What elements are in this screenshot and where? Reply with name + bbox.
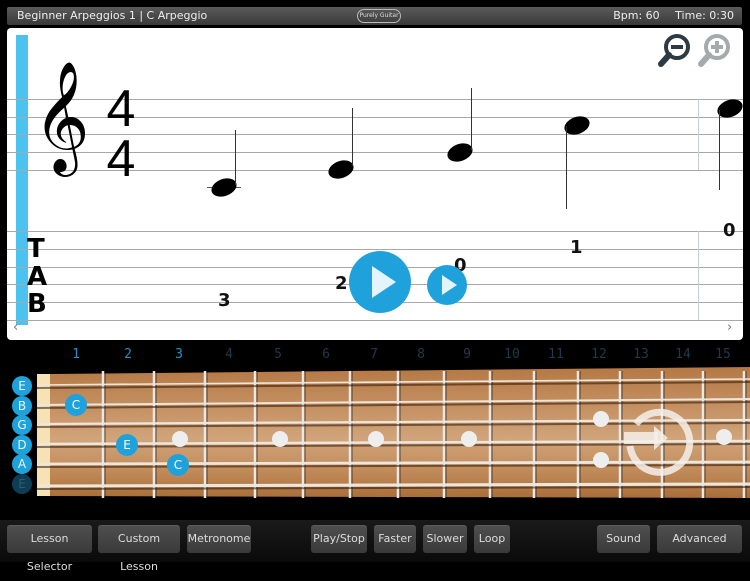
- bottom-toolbar: Lesson Selector Custom Lesson Metronome …: [0, 520, 750, 573]
- play-icon: [372, 266, 396, 298]
- score-panel[interactable]: 𝄞 4 4 T A B 3 2 0 1 0 ‹ ›: [7, 28, 743, 340]
- app-logo: Purely Guitar: [357, 9, 401, 23]
- fret-number: 14: [675, 347, 691, 362]
- string-button-b[interactable]: B: [12, 396, 32, 416]
- note-marker[interactable]: E: [116, 434, 138, 456]
- fret-inlay: [461, 431, 477, 447]
- fret-numbers: 1 2 3 4 5 6 7 8 9 10 11 12 13 14 15: [0, 345, 750, 365]
- fret-number: 10: [504, 347, 520, 362]
- play-icon: [442, 275, 457, 295]
- tab-label-b: B: [27, 289, 47, 319]
- barline: [698, 231, 699, 320]
- time-signature-top: 4: [106, 80, 136, 138]
- nut: [37, 374, 50, 496]
- status-readout: Bpm: 60 Time: 0:30: [601, 9, 734, 22]
- zoom-in-icon[interactable]: [697, 32, 733, 68]
- tab-line: [7, 320, 743, 321]
- tab-number: 0: [723, 220, 736, 241]
- sound-button[interactable]: Sound: [597, 525, 650, 553]
- fret-inlay: [593, 411, 609, 427]
- note-stem: [566, 126, 567, 209]
- bpm-readout: Bpm: 60: [613, 9, 660, 22]
- fret-number: 13: [633, 347, 649, 362]
- note-stem: [235, 130, 236, 185]
- string-button-a[interactable]: A: [12, 454, 32, 474]
- scroll-left-arrow[interactable]: ‹: [13, 320, 18, 335]
- loop-icon[interactable]: [620, 402, 696, 478]
- time-signature-bottom: 4: [106, 130, 136, 188]
- note-stem: [352, 108, 353, 166]
- fret-inlay: [272, 431, 288, 447]
- custom-lesson-button[interactable]: Custom Lesson: [98, 525, 180, 573]
- tab-number: 3: [218, 290, 231, 311]
- fret-number: 7: [370, 347, 378, 362]
- tab-line: [7, 249, 743, 250]
- fret-number: 3: [175, 347, 183, 362]
- note-stem: [719, 110, 720, 190]
- tab-label-a: A: [27, 262, 48, 292]
- fret-number: 9: [463, 347, 471, 362]
- fret-number: 5: [274, 347, 282, 362]
- note-marker[interactable]: C: [65, 394, 87, 416]
- loop-button[interactable]: Loop: [474, 525, 510, 553]
- fret-number: 6: [322, 347, 330, 362]
- fret-number: 2: [124, 347, 132, 362]
- fret-number: 12: [591, 347, 607, 362]
- fret-inlay: [172, 431, 188, 447]
- advanced-button[interactable]: Advanced: [657, 525, 742, 553]
- zoom-out-icon[interactable]: [657, 32, 693, 68]
- lesson-title: Beginner Arpeggios 1 | C Arpeggio: [17, 9, 208, 22]
- guitar-string: [36, 482, 750, 488]
- play-button[interactable]: [349, 251, 411, 313]
- fret-number: 8: [417, 347, 425, 362]
- scroll-right-arrow[interactable]: ›: [727, 320, 732, 335]
- metronome-button[interactable]: Metronome: [187, 525, 251, 553]
- fret-number: 1: [72, 347, 80, 362]
- fret-inlay: [716, 429, 732, 445]
- fret-inlay: [593, 452, 609, 468]
- time-readout: Time: 0:30: [675, 9, 734, 22]
- play-slow-button[interactable]: [427, 265, 467, 305]
- string-button-g[interactable]: G: [12, 415, 32, 435]
- fret-number: 4: [225, 347, 233, 362]
- string-button-d[interactable]: D: [12, 435, 32, 455]
- note-stem: [471, 88, 472, 150]
- string-button-e-low[interactable]: E: [12, 474, 32, 494]
- slower-button[interactable]: Slower: [423, 525, 467, 553]
- lesson-selector-button[interactable]: Lesson Selector: [7, 525, 92, 573]
- play-stop-button[interactable]: Play/Stop: [311, 525, 367, 553]
- fret-inlay: [368, 431, 384, 447]
- barline: [698, 99, 699, 170]
- note-marker[interactable]: C: [167, 454, 189, 476]
- tab-number: 1: [570, 237, 583, 258]
- tab-number: 2: [335, 273, 348, 294]
- title-bar: Beginner Arpeggios 1 | C Arpeggio Purely…: [7, 7, 742, 25]
- tab-line: [7, 231, 743, 232]
- tab-label-t: T: [27, 234, 45, 264]
- fret-number: 11: [548, 347, 564, 362]
- faster-button[interactable]: Faster: [374, 525, 416, 553]
- string-button-e-high[interactable]: E: [12, 376, 32, 396]
- fret-number: 15: [715, 347, 731, 362]
- treble-clef-icon: 𝄞: [33, 60, 90, 172]
